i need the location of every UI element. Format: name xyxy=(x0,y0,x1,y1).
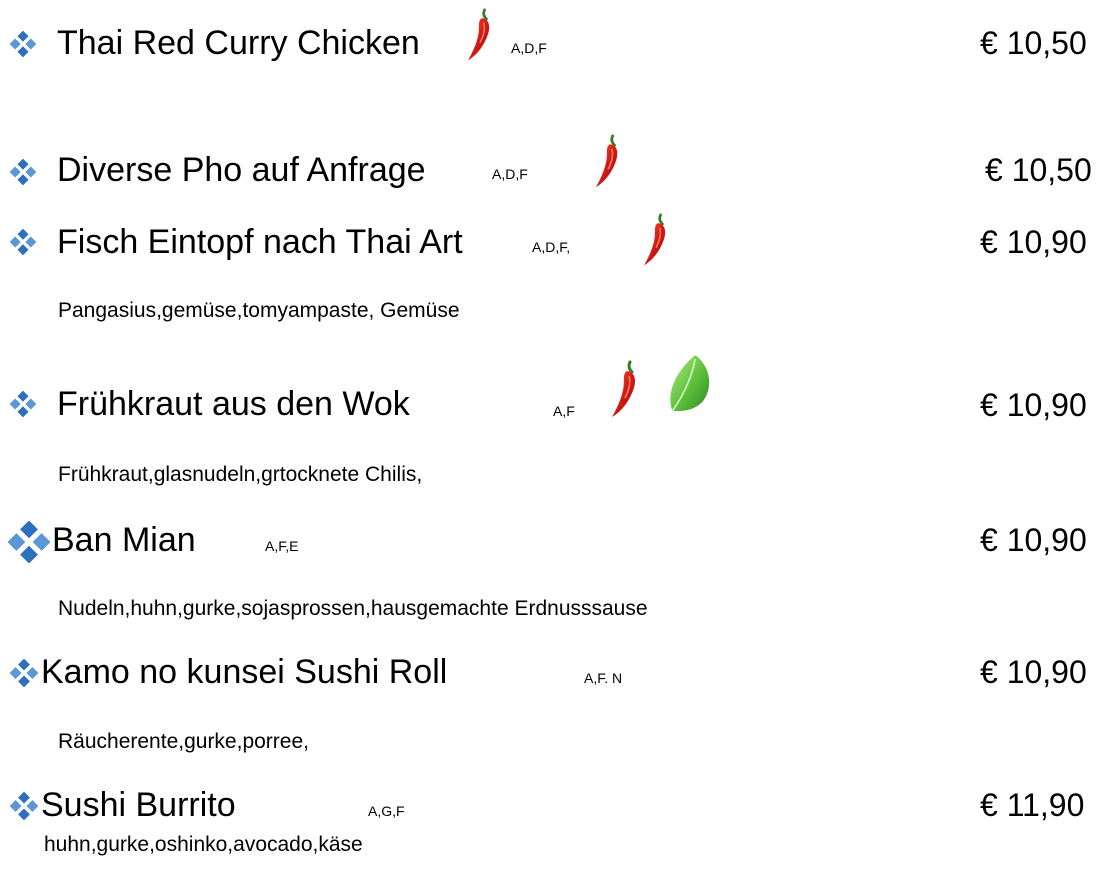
item-name: Diverse Pho auf Anfrage xyxy=(57,151,426,189)
diamond-bullet-icon xyxy=(10,229,36,255)
item-name: Fisch Eintopf nach Thai Art xyxy=(57,223,463,261)
diamond-bullet-icon xyxy=(8,521,50,563)
item-description: Nudeln,huhn,gurke,sojasprossen,hausgemac… xyxy=(58,597,648,620)
menu-page: { "menu": { "items": [ {"name": "Thai Re… xyxy=(0,0,1112,869)
green-leaf-icon xyxy=(662,353,718,415)
item-price: € 10,90 xyxy=(980,224,1087,260)
allergen-codes: A,F xyxy=(553,403,575,419)
allergen-codes: A,D,F xyxy=(492,166,528,182)
chili-pepper-icon xyxy=(640,213,672,268)
item-name: Kamo no kunsei Sushi Roll xyxy=(41,653,448,691)
item-price: € 10,90 xyxy=(980,387,1087,423)
allergen-codes: A,F. N xyxy=(584,670,623,686)
item-price: € 10,50 xyxy=(985,152,1092,188)
diamond-bullet-icon xyxy=(10,792,38,820)
item-name: Ban Mian xyxy=(52,521,196,559)
item-name: Frühkraut aus den Wok xyxy=(57,385,410,423)
diamond-bullet-icon xyxy=(10,31,36,57)
chili-pepper-icon xyxy=(607,360,643,420)
item-description: Räucherente,gurke,porree, xyxy=(58,730,309,753)
item-description: Pangasius,gemüse,tomyampaste, Gemüse xyxy=(58,299,460,322)
item-price: € 11,90 xyxy=(980,787,1085,823)
allergen-codes: A,D,F xyxy=(511,40,547,56)
chili-pepper-icon xyxy=(465,8,495,63)
item-price: € 10,90 xyxy=(980,522,1087,558)
item-description: huhn,gurke,oshinko,avocado,käse xyxy=(44,833,363,856)
chili-pepper-icon xyxy=(592,134,624,190)
diamond-bullet-icon xyxy=(10,391,36,417)
item-price: € 10,90 xyxy=(980,654,1087,690)
item-name: Sushi Burrito xyxy=(41,786,236,824)
allergen-codes: A,G,F xyxy=(368,803,405,819)
item-name: Thai Red Curry Chicken xyxy=(57,24,420,62)
allergen-codes: A,D,F, xyxy=(532,239,571,255)
allergen-codes: A,F,E xyxy=(265,538,299,554)
item-price: € 10,50 xyxy=(980,25,1087,61)
diamond-bullet-icon xyxy=(10,659,38,687)
item-description: Frühkraut,glasnudeln,grtocknete Chilis, xyxy=(58,463,423,486)
diamond-bullet-icon xyxy=(10,159,36,185)
